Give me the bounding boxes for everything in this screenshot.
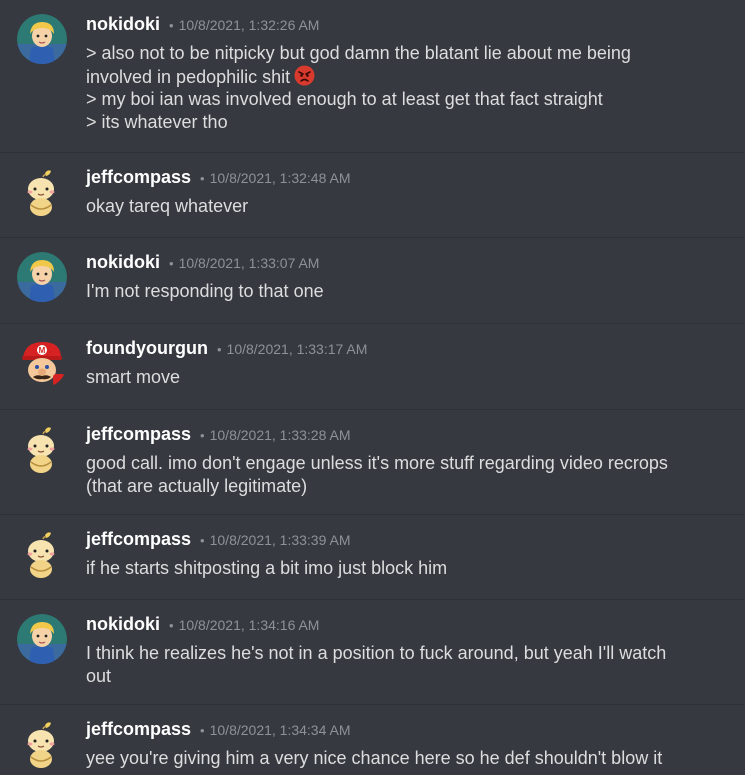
- message-line: out: [86, 665, 112, 686]
- timestamp: 10/8/2021, 1:32:48 AM: [209, 170, 351, 186]
- avatar-pikmin-character-icon: [17, 719, 67, 769]
- message-line: okay tareq whatever: [86, 196, 249, 216]
- avatar-nokidoki[interactable]: [17, 614, 67, 664]
- message-header: jeffcompass • 10/8/2021, 1:32:48 AM: [86, 165, 351, 191]
- message-line: I'm not responding to that one: [86, 281, 324, 301]
- message-content: smart move: [86, 366, 743, 389]
- message-line: > my boi ian was involved enough to at l…: [86, 89, 603, 109]
- message-content: yee you're giving him a very nice chance…: [86, 747, 743, 770]
- username[interactable]: nokidoki: [86, 14, 160, 34]
- message-content: okay tareq whatever: [86, 195, 743, 218]
- separator-dot: •: [200, 428, 205, 443]
- message-line: smart move: [86, 367, 181, 387]
- timestamp: 10/8/2021, 1:32:26 AM: [178, 17, 320, 33]
- avatar-nokidoki[interactable]: [17, 14, 67, 64]
- svg-text:M: M: [39, 346, 46, 355]
- message-line: if he starts shitposting a bit imo just …: [86, 558, 448, 578]
- avatar-blond-character-icon: [17, 252, 67, 302]
- separator-dot: •: [169, 18, 174, 33]
- angry-face-icon: [294, 65, 315, 86]
- avatar-jeffcompass[interactable]: [17, 424, 67, 474]
- message-line: (that are actually legitimate): [86, 475, 308, 496]
- avatar-nokidoki[interactable]: [17, 252, 67, 302]
- timestamp: 10/8/2021, 1:34:16 AM: [178, 617, 320, 633]
- message: M foundyourgun • 10/8/2021, 1:33:17 AM sma…: [0, 324, 745, 410]
- separator-dot: •: [169, 256, 174, 271]
- username[interactable]: jeffcompass: [86, 719, 191, 739]
- message-content: if he starts shitposting a bit imo just …: [86, 557, 743, 580]
- message: jeffcompass • 10/8/2021, 1:33:39 AM if he …: [0, 515, 745, 600]
- message-line: good call. imo don't engage unless it's …: [86, 453, 668, 473]
- message-header: nokidoki • 10/8/2021, 1:34:16 AM: [86, 612, 319, 638]
- message-header: jeffcompass • 10/8/2021, 1:33:28 AM: [86, 422, 351, 448]
- separator-dot: •: [216, 342, 222, 357]
- timestamp: 10/8/2021, 1:33:28 AM: [209, 427, 351, 443]
- message-header: foundyourgun • 10/8/2021, 1:33:17 AM: [86, 336, 367, 362]
- username[interactable]: jeffcompass: [86, 167, 191, 187]
- message-content: > also not to be nitpicky but god damn t…: [86, 42, 743, 133]
- timestamp: 10/8/2021, 1:34:34 AM: [209, 722, 351, 738]
- avatar-pikmin-character-icon: [17, 167, 67, 217]
- avatar-mario-character-icon: M: [17, 338, 67, 388]
- avatar-blond-character-icon: [17, 614, 67, 664]
- message-header: nokidoki • 10/8/2021, 1:32:26 AM: [86, 12, 319, 38]
- avatar-jeffcompass[interactable]: [17, 719, 67, 769]
- separator-dot: •: [200, 171, 205, 186]
- message: jeffcompass • 10/8/2021, 1:33:28 AM good c…: [0, 410, 745, 515]
- separator-dot: •: [200, 533, 205, 548]
- message-line: > also not to be nitpicky but god damn t…: [86, 43, 631, 63]
- message-header: jeffcompass • 10/8/2021, 1:34:34 AM: [86, 717, 351, 743]
- message: nokidoki • 10/8/2021, 1:32:26 AM > also no…: [0, 0, 745, 153]
- avatar-blond-character-icon: [17, 14, 67, 64]
- message-line: yee you're giving him a very nice chance…: [86, 748, 663, 768]
- message-line: I think he realizes he's not in a positi…: [86, 643, 667, 663]
- timestamp: 10/8/2021, 1:33:39 AM: [209, 532, 351, 548]
- timestamp: 10/8/2021, 1:33:17 AM: [226, 341, 368, 357]
- username[interactable]: foundyourgun: [86, 338, 208, 358]
- avatar-pikmin-character-icon: [17, 529, 67, 579]
- username[interactable]: jeffcompass: [86, 424, 191, 444]
- separator-dot: •: [200, 723, 205, 738]
- avatar-pikmin-character-icon: [17, 424, 67, 474]
- message-content: good call. imo don't engage unless it's …: [86, 452, 743, 497]
- message-line: > its whatever tho: [86, 111, 228, 132]
- timestamp: 10/8/2021, 1:33:07 AM: [178, 255, 320, 271]
- message: nokidoki • 10/8/2021, 1:34:16 AM I think h…: [0, 600, 745, 705]
- message: jeffcompass • 10/8/2021, 1:34:34 AM yee yo…: [0, 705, 745, 775]
- message: nokidoki • 10/8/2021, 1:33:07 AM I'm not r…: [0, 238, 745, 324]
- message-content: I think he realizes he's not in a positi…: [86, 642, 743, 687]
- message: jeffcompass • 10/8/2021, 1:32:48 AM okay t…: [0, 153, 745, 238]
- avatar-jeffcompass[interactable]: [17, 167, 67, 217]
- message-header: nokidoki • 10/8/2021, 1:33:07 AM: [86, 250, 319, 276]
- message-line-with-emoji: involved in pedophilic shit: [86, 65, 743, 89]
- username[interactable]: nokidoki: [86, 252, 160, 272]
- username[interactable]: jeffcompass: [86, 529, 191, 549]
- username[interactable]: nokidoki: [86, 614, 160, 634]
- avatar-foundyourgun[interactable]: M: [17, 338, 67, 388]
- message-list: nokidoki • 10/8/2021, 1:32:26 AM > also no…: [0, 0, 745, 775]
- message-line-text: involved in pedophilic shit: [86, 66, 291, 87]
- message-content: I'm not responding to that one: [86, 280, 743, 303]
- avatar-jeffcompass[interactable]: [17, 529, 67, 579]
- separator-dot: •: [169, 618, 174, 633]
- message-header: jeffcompass • 10/8/2021, 1:33:39 AM: [86, 527, 351, 553]
